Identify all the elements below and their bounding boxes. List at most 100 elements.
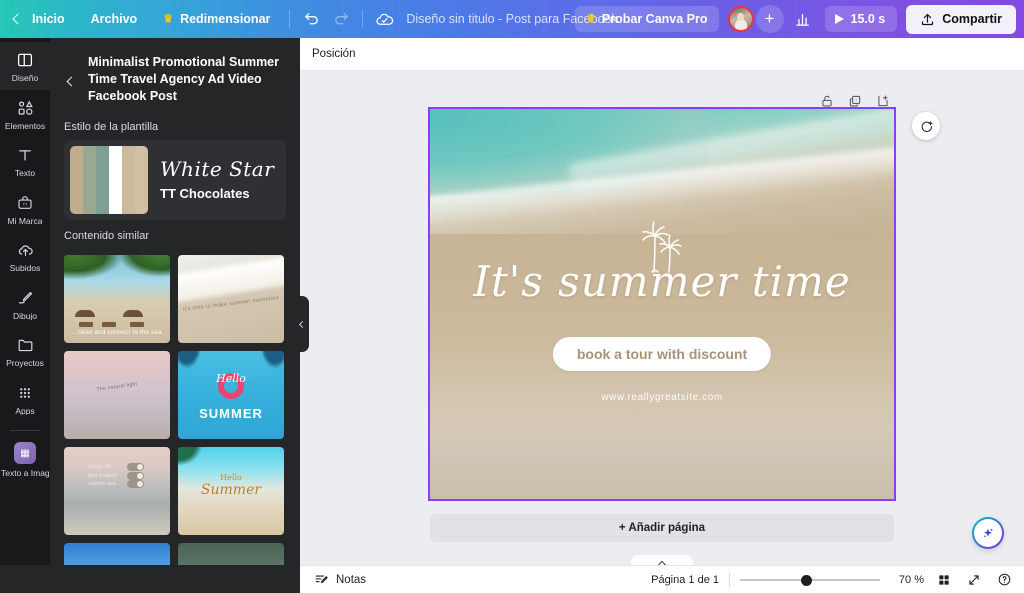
design-website-text[interactable]: www.reallygreatsite.com: [430, 392, 894, 403]
design-page[interactable]: It's summer time book a tour with discou…: [428, 107, 896, 501]
page-canvas-wrapper: It's summer time book a tour with discou…: [428, 107, 896, 501]
text-to-image-icon: ▦: [14, 442, 36, 464]
top-toolbar-right-group: ♛ Probar Canva Pro + 15.0 s Compartir: [575, 0, 1016, 38]
style-brand-name: TT Chocolates: [160, 186, 250, 201]
share-button[interactable]: Compartir: [906, 4, 1016, 34]
sidebar-label: Dibujo: [12, 311, 38, 320]
analytics-icon: [796, 13, 809, 26]
redo-icon: [335, 12, 348, 24]
sidebar-item-diseno[interactable]: Diseño: [0, 42, 50, 90]
zoom-slider[interactable]: [740, 573, 880, 587]
toolbar-divider-2: [362, 10, 364, 28]
share-upload-icon: [922, 13, 934, 25]
page-indicator: Página 1 de 1: [651, 573, 719, 586]
collaborators-group: +: [727, 5, 784, 33]
sidebar-label: Mi Marca: [7, 216, 43, 225]
template-thumbnail[interactable]: ...relax and connect to the sea: [64, 255, 170, 343]
notes-button[interactable]: Notas: [314, 572, 366, 587]
bottom-divider: [729, 572, 730, 587]
add-comment-button[interactable]: [912, 112, 940, 140]
template-style-label: Estilo de la plantilla: [64, 121, 159, 133]
home-button[interactable]: Inicio: [0, 0, 78, 38]
brand-kit-icon: TT: [18, 195, 32, 209]
left-rail: Diseño Elementos Texto TT Mi Marca Subid…: [0, 38, 50, 593]
sidebar-label: Apps: [15, 406, 35, 415]
cloud-saved-icon: [376, 13, 394, 25]
thumb-caption: ...relax and connect to the sea: [72, 330, 162, 336]
thumb-row-label: shoes off: [88, 463, 111, 470]
projects-folder-icon: [18, 339, 32, 352]
duplicate-page-button[interactable]: [844, 90, 866, 112]
sidebar-item-elementos[interactable]: Elementos: [0, 90, 50, 138]
add-page-button[interactable]: [872, 90, 894, 112]
template-thumbnail[interactable]: Hello Summer: [178, 447, 284, 535]
sidebar-item-apps[interactable]: Apps: [0, 375, 50, 423]
top-toolbar: Inicio Archivo ♛ Redimensionar Diseño si…: [0, 0, 1024, 38]
add-page-icon: [878, 95, 888, 107]
design-cta-button[interactable]: book a tour with discount: [552, 337, 772, 372]
avatar[interactable]: [727, 6, 754, 32]
undo-icon: [305, 12, 318, 24]
template-style-card[interactable]: White Star TT Chocolates: [64, 140, 286, 220]
panel-back-button[interactable]: [62, 72, 80, 90]
uploads-cloud-icon: [18, 245, 33, 256]
share-label: Compartir: [942, 12, 1002, 26]
sidebar-item-texto-a-imagen[interactable]: ▦ Texto a Imag...: [0, 433, 50, 485]
sidebar-label: Elementos: [4, 121, 46, 130]
magic-assistant-button[interactable]: [972, 517, 1004, 549]
grid-view-icon: [939, 574, 949, 585]
template-thumbnail[interactable]: The natural light: [64, 351, 170, 439]
template-thumbnail[interactable]: it's time to make summer memories: [178, 255, 284, 343]
crown-icon: ♛: [163, 12, 174, 25]
add-page-bar-button[interactable]: + Añadir página: [430, 514, 894, 542]
sidebar-item-texto[interactable]: Texto: [0, 137, 50, 185]
template-thumbnail[interactable]: Hello SUMMER: [178, 351, 284, 439]
fullscreen-button[interactable]: [964, 570, 984, 590]
zoom-slider-knob[interactable]: [800, 574, 812, 586]
help-question-icon: [998, 573, 1010, 586]
sidebar-item-subidos[interactable]: Subidos: [0, 232, 50, 280]
zoom-level-label: 70 %: [898, 573, 924, 586]
invite-members-button[interactable]: +: [755, 5, 784, 33]
tab-posicion[interactable]: Posición: [312, 48, 355, 60]
sidebar-label: Subidos: [9, 264, 41, 273]
undo-button[interactable]: [296, 4, 326, 34]
chevron-left-icon: [298, 320, 307, 328]
sidebar-label: Diseño: [11, 74, 39, 83]
apps-grid-icon: [20, 387, 30, 398]
file-menu-button[interactable]: Archivo: [78, 0, 151, 38]
template-thumbnail[interactable]: shoes off feet in sand vitamin sea: [64, 447, 170, 535]
panel-bottom-filler: [0, 565, 300, 593]
magic-sparkles-icon: [983, 528, 994, 538]
analytics-button[interactable]: [788, 4, 818, 34]
panel-collapse-handle[interactable]: [296, 296, 309, 352]
top-toolbar-left-group: Inicio Archivo ♛ Redimensionar: [0, 0, 399, 38]
design-headline[interactable]: It's summer time: [430, 261, 894, 303]
plus-label: +: [764, 9, 775, 28]
color-swatches: [70, 146, 148, 214]
cloud-save-status-button[interactable]: [369, 4, 399, 34]
grid-view-button[interactable]: [934, 570, 954, 590]
page-toolbar: [816, 90, 894, 112]
preview-duration-button[interactable]: 15.0 s: [824, 6, 898, 32]
try-canva-pro-button[interactable]: ♛ Probar Canva Pro: [575, 6, 719, 32]
unlock-button[interactable]: [816, 90, 838, 112]
toolbar-divider-1: [289, 10, 291, 28]
resize-button[interactable]: ♛ Redimensionar: [150, 0, 283, 38]
redo-button[interactable]: [326, 4, 356, 34]
thumb-caption: The natural light: [96, 381, 138, 394]
help-button[interactable]: [994, 570, 1014, 590]
editor-area: Posición It's summer time book a tour wi…: [300, 38, 1024, 593]
style-brand-script: White Star: [160, 157, 275, 181]
fullscreen-expand-icon: [969, 574, 979, 585]
chevron-left-icon: [12, 13, 24, 25]
thumb-row-label: feet in sand: [88, 472, 117, 479]
sidebar-label: Texto: [14, 169, 36, 178]
sidebar-item-dibujo[interactable]: Dibujo: [0, 280, 50, 328]
context-toolbar: Posición: [300, 38, 1024, 71]
sidebar-item-proyectos[interactable]: Proyectos: [0, 327, 50, 375]
sidebar-item-mi-marca[interactable]: TT Mi Marca: [0, 185, 50, 233]
thumb-row-label: vitamin sea: [88, 481, 116, 488]
similar-content-label: Contenido similar: [64, 230, 149, 242]
panel-title: Minimalist Promotional Summer Time Trave…: [88, 55, 280, 103]
